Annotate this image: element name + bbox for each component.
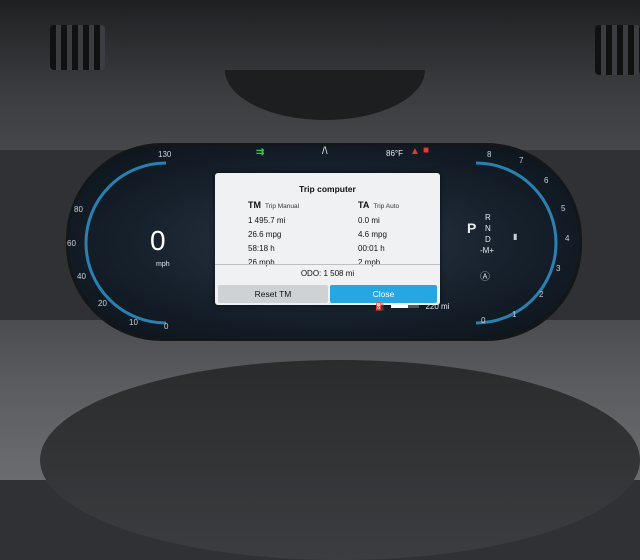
rpm-tick: 3 xyxy=(556,264,561,273)
trip-manual-speed: 26 mph xyxy=(248,258,275,267)
trip-manual-name: Trip Manual xyxy=(265,203,300,210)
reset-trip-button[interactable]: Reset TM xyxy=(218,285,328,303)
dialog-title: Trip computer xyxy=(299,184,356,194)
rpm-tick: 0 xyxy=(481,316,486,325)
speed-tick: 20 xyxy=(98,299,107,308)
trip-computer-dialog: Trip computer TM Trip Manual 1 495.7 mi 2… xyxy=(215,173,440,305)
speed-tick: 10 xyxy=(129,318,138,327)
trip-manual-time: 58:18 h xyxy=(248,244,275,253)
trip-auto-economy: 4.6 mpg xyxy=(358,230,387,239)
close-button[interactable]: Close xyxy=(330,285,437,303)
gear-option: N xyxy=(485,224,491,233)
trip-manual-code: TM xyxy=(248,200,261,210)
gear-option: D xyxy=(485,235,491,244)
odometer: ODO: 1 508 mi xyxy=(300,269,355,278)
trip-auto-column: TA Trip Auto 0.0 mi 4.6 mpg 00:01 h 2 mph xyxy=(358,200,458,270)
road-icon: /\ xyxy=(322,146,328,157)
gear-option: -M+ xyxy=(480,246,494,255)
divider xyxy=(215,264,440,265)
trip-manual-column: TM Trip Manual 1 495.7 mi 26.6 mpg 58:18 … xyxy=(248,200,348,270)
gear-current: P xyxy=(467,220,477,236)
rpm-tick: 8 xyxy=(487,150,492,159)
lane-assist-icon: ⇉ xyxy=(256,147,265,158)
auto-stop-icon: Ⓐ xyxy=(480,272,490,283)
trip-manual-economy: 26.6 mpg xyxy=(248,230,282,239)
trip-auto-header: TA Trip Auto xyxy=(358,200,458,214)
trip-manual-distance: 1 495.7 mi xyxy=(248,216,286,225)
trip-manual-header: TM Trip Manual xyxy=(248,200,348,214)
trip-auto-distance: 0.0 mi xyxy=(358,216,380,225)
speed-tick: 80 xyxy=(74,205,83,214)
steering-wheel xyxy=(40,360,640,560)
rpm-tick: 1 xyxy=(512,310,517,319)
air-vent-right xyxy=(595,25,640,75)
trip-auto-code: TA xyxy=(358,200,370,210)
speed-tick: 40 xyxy=(77,272,86,281)
car-door-icon: ■ xyxy=(423,145,430,156)
warning-icon: ▲ xyxy=(410,146,420,157)
rpm-tick: 2 xyxy=(539,290,544,299)
trip-auto-speed: 2 mph xyxy=(358,258,381,267)
rpm-tick: 5 xyxy=(561,204,566,213)
range-indicator: ⛽ 220 mi xyxy=(375,302,449,311)
speed-tick: 130 xyxy=(158,150,172,159)
trip-auto-name: Trip Auto xyxy=(373,203,400,210)
outside-temperature: 86°F xyxy=(386,149,403,158)
fuel-pump-icon: ⛽ xyxy=(375,302,385,311)
range-value: 220 mi xyxy=(425,302,450,311)
speed-tick: 0 xyxy=(164,322,169,331)
battery-icon: ▮ xyxy=(513,232,518,241)
fuel-level-bar xyxy=(391,305,420,309)
gear-option: R xyxy=(485,213,491,222)
speed-unit: mph xyxy=(156,261,170,268)
trip-auto-time: 00:01 h xyxy=(358,244,385,253)
rpm-tick: 6 xyxy=(544,176,549,185)
speed-value: 0 xyxy=(150,225,166,256)
rpm-tick: 4 xyxy=(565,234,570,243)
rpm-tick: 7 xyxy=(519,156,524,165)
speed-tick: 60 xyxy=(67,239,76,248)
air-vent-left xyxy=(50,25,105,70)
